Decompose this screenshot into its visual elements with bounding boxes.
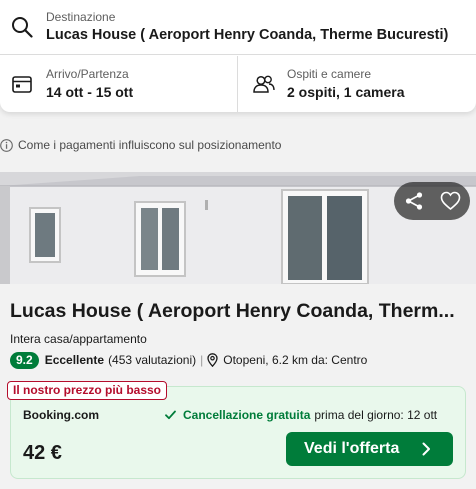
- view-deal-label: Vedi l'offerta: [304, 440, 400, 457]
- rating-score-badge: 9.2: [10, 351, 39, 369]
- guests-label: Ospiti e camere: [287, 67, 372, 81]
- destination-field[interactable]: Destinazione Lucas House ( Aeroport Henr…: [0, 0, 476, 55]
- cancellation-deadline: prima del giorno: 12 ott: [314, 408, 438, 422]
- view-deal-button[interactable]: Vedi l'offerta: [286, 432, 453, 466]
- hotel-title[interactable]: Lucas House ( Aeroport Henry Coanda, The…: [10, 300, 470, 323]
- dates-field[interactable]: Arrivo/Partenza 14 ott - 15 ott: [0, 56, 238, 112]
- price: 42 €: [23, 442, 62, 464]
- search-icon: [12, 17, 33, 38]
- accommodation-type: Intera casa/appartamento: [10, 332, 147, 346]
- ranking-info-text: Come i pagamenti influiscono sul posizio…: [18, 138, 282, 152]
- guests-value: 2 ospiti, 1 camera: [287, 84, 405, 100]
- rating-count: (453 valutazioni): [108, 353, 197, 367]
- chevron-right-icon: [422, 442, 430, 456]
- cancellation-label: Cancellazione gratuita: [183, 408, 311, 422]
- info-icon: [0, 138, 13, 152]
- calendar-icon: [12, 76, 32, 93]
- guests-field[interactable]: Ospiti e camere 2 ospiti, 1 camera: [239, 56, 476, 112]
- photo-actions: [394, 182, 470, 220]
- dates-value: 14 ott - 15 ott: [46, 84, 134, 100]
- share-icon[interactable]: [404, 191, 424, 211]
- lowest-price-badge: Il nostro prezzo più basso: [7, 381, 168, 400]
- location-text: Otopeni, 6.2 km da: Centro: [223, 353, 368, 367]
- destination-label: Destinazione: [46, 10, 116, 24]
- ranking-info-link[interactable]: Come i pagamenti influiscono sul posizio…: [0, 136, 281, 154]
- users-icon: [253, 75, 275, 93]
- heart-icon[interactable]: [440, 191, 461, 211]
- provider-name: Booking.com: [23, 408, 100, 422]
- dates-label: Arrivo/Partenza: [46, 67, 129, 81]
- separator: |: [200, 353, 204, 367]
- free-cancellation: Cancellazione gratuita prima del giorno:…: [165, 408, 437, 422]
- destination-value: Lucas House ( Aeroport Henry Coanda, The…: [46, 27, 449, 43]
- search-summary-card: Destinazione Lucas House ( Aeroport Henr…: [0, 0, 476, 112]
- check-icon: [165, 410, 176, 420]
- map-pin-icon: [207, 353, 218, 367]
- rating-row: 9.2 Eccellente (453 valutazioni) | Otope…: [10, 351, 367, 369]
- rating-word: Eccellente: [44, 353, 105, 367]
